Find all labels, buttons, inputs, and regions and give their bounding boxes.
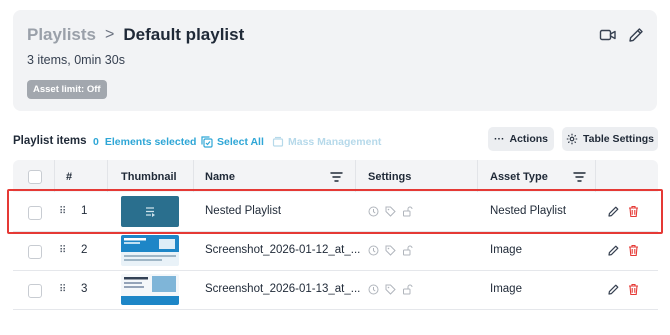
edit-playlist-pencil-icon[interactable] xyxy=(627,26,645,44)
playlist-header: Playlists > Default playlist 3 items, 0m… xyxy=(13,10,657,111)
row-asset-type: Image xyxy=(490,283,522,295)
select-all-checkbox[interactable] xyxy=(28,170,42,184)
edit-pencil-icon[interactable] xyxy=(607,283,620,296)
row-settings xyxy=(368,245,413,256)
column-name: Name xyxy=(205,171,235,183)
actions-button[interactable]: ··· Actions xyxy=(488,127,554,151)
gear-icon xyxy=(566,133,578,145)
column-thumbnail: Thumbnail xyxy=(121,171,177,183)
name-filter-icon[interactable] xyxy=(330,170,343,188)
asset-limit-badge: Asset limit: Off xyxy=(27,80,107,99)
tag-icon[interactable] xyxy=(385,245,396,256)
select-all-label: Select All xyxy=(217,136,264,148)
row-name: Screenshot_2026-01-12_at_... xyxy=(205,244,361,256)
row-highlight-box xyxy=(7,189,663,234)
row-settings xyxy=(368,284,413,295)
edit-pencil-icon[interactable] xyxy=(607,244,620,257)
row-checkbox[interactable] xyxy=(28,245,42,259)
table-settings-label: Table Settings xyxy=(583,133,654,145)
row-index: 3 xyxy=(81,283,88,295)
delete-trash-icon[interactable] xyxy=(627,283,640,296)
row-index: 2 xyxy=(81,244,88,256)
table-header: # Thumbnail Name Settings Asset Type xyxy=(13,160,658,192)
select-all-icon xyxy=(201,136,213,148)
mass-management-label: Mass Management xyxy=(288,136,382,148)
playlist-summary: 3 items, 0min 30s xyxy=(27,53,125,67)
clock-icon[interactable] xyxy=(368,245,379,256)
mass-management-button[interactable]: Mass Management xyxy=(272,136,381,148)
more-dots-icon: ··· xyxy=(493,133,505,145)
asset-type-filter-icon[interactable] xyxy=(573,170,586,188)
layers-icon xyxy=(272,136,284,147)
table-settings-button[interactable]: Table Settings xyxy=(562,127,658,151)
table-row[interactable]: ⠿ 2 Screenshot_2026-01-12_at_... Image xyxy=(13,232,658,271)
unlock-icon[interactable] xyxy=(402,284,413,295)
selected-count: 0 xyxy=(93,136,99,148)
row-name: Screenshot_2026-01-13_at_... xyxy=(205,283,361,295)
page-title: Default playlist xyxy=(123,25,245,44)
breadcrumb-playlists-link[interactable]: Playlists xyxy=(27,25,96,45)
playlist-items-title: Playlist items xyxy=(13,135,87,147)
breadcrumb-separator: > xyxy=(105,26,115,43)
table-row[interactable]: ⠿ 3 Screenshot_2026-01-13_at_... Image xyxy=(13,271,658,310)
row-checkbox[interactable] xyxy=(28,284,42,298)
screenshot-thumbnail xyxy=(121,274,179,305)
column-asset-type: Asset Type xyxy=(490,171,548,183)
row-actions xyxy=(607,283,640,296)
delete-trash-icon[interactable] xyxy=(627,244,640,257)
video-camera-icon[interactable] xyxy=(599,26,617,44)
column-settings: Settings xyxy=(368,171,412,183)
tag-icon[interactable] xyxy=(385,284,396,295)
row-actions xyxy=(607,244,640,257)
drag-handle-icon[interactable]: ⠿ xyxy=(59,245,66,256)
row-asset-type: Image xyxy=(490,244,522,256)
actions-label: Actions xyxy=(509,133,548,145)
clock-icon[interactable] xyxy=(368,284,379,295)
screenshot-thumbnail xyxy=(121,235,179,266)
drag-handle-icon[interactable]: ⠿ xyxy=(59,284,66,295)
elements-selected-label: Elements selected xyxy=(104,136,197,148)
unlock-icon[interactable] xyxy=(402,245,413,256)
elements-selected: 0 Elements selected xyxy=(93,136,196,148)
select-all-button[interactable]: Select All xyxy=(201,136,264,148)
breadcrumb: Playlists > Default playlist xyxy=(27,24,244,46)
column-index: # xyxy=(66,171,73,183)
